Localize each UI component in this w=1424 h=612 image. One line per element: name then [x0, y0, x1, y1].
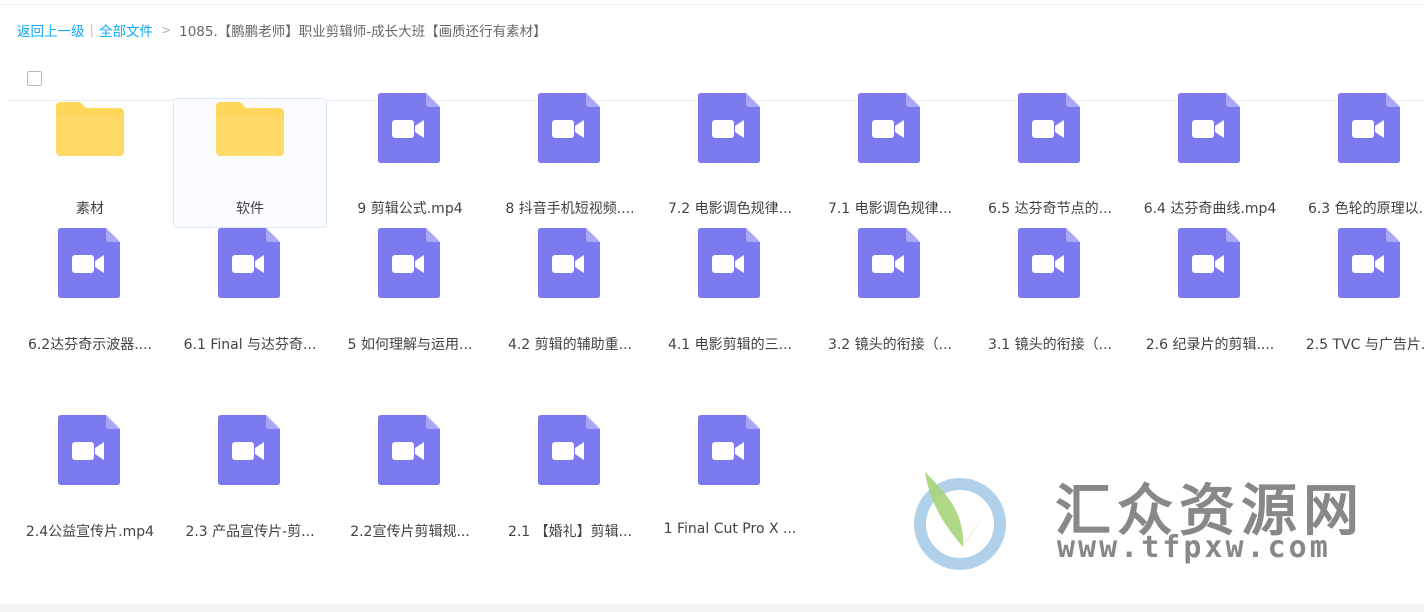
- file-item[interactable]: 4.1 电影剪辑的三...: [649, 228, 809, 415]
- file-item[interactable]: 7.1 电影调色规律...: [809, 93, 969, 228]
- file-item[interactable]: 6.3 色轮的原理以...: [1289, 93, 1424, 228]
- top-divider: [0, 4, 1424, 5]
- video-file-icon: [58, 415, 120, 485]
- file-item[interactable]: 6.5 达芬奇节点的...: [969, 93, 1129, 228]
- file-name-label: 2.1 【婚礼】剪辑...: [507, 524, 633, 540]
- file-name-label: 3.1 镜头的衔接（...: [987, 337, 1113, 353]
- bottom-bar: [0, 604, 1424, 612]
- file-name-label: 7.2 电影调色规律...: [667, 201, 793, 217]
- file-item[interactable]: 2.6 纪录片的剪辑....: [1129, 228, 1289, 415]
- file-item[interactable]: 4.2 剪辑的辅助重...: [489, 228, 649, 415]
- video-file-icon: [698, 228, 760, 298]
- file-name-label: 9 剪辑公式.mp4: [357, 201, 463, 217]
- file-item[interactable]: 6.2达芬奇示波器....: [9, 228, 169, 415]
- video-file-icon: [698, 93, 760, 163]
- back-link[interactable]: 返回上一级: [17, 20, 85, 40]
- file-name-label: 素材: [76, 201, 104, 217]
- select-all-checkbox[interactable]: [27, 71, 42, 86]
- video-file-icon: [538, 415, 600, 485]
- file-item[interactable]: 2.4公益宣传片.mp4: [9, 415, 169, 602]
- file-item[interactable]: 2.5 TVC 与广告片...: [1289, 228, 1424, 415]
- file-item[interactable]: 5 如何理解与运用...: [329, 228, 489, 415]
- file-name-label: 5 如何理解与运用...: [347, 337, 473, 353]
- folder-item[interactable]: 软件: [169, 98, 329, 228]
- file-name-label: 6.4 达芬奇曲线.mp4: [1143, 201, 1277, 217]
- video-file-icon: [538, 228, 600, 298]
- video-file-icon: [378, 415, 440, 485]
- video-file-icon: [218, 228, 280, 298]
- file-item[interactable]: 6.4 达芬奇曲线.mp4: [1129, 93, 1289, 228]
- file-name-label: 6.5 达芬奇节点的...: [987, 201, 1113, 217]
- file-item[interactable]: 9 剪辑公式.mp4: [329, 93, 489, 228]
- file-name-label: 2.3 产品宣传片-剪...: [185, 524, 315, 540]
- watermark-url: www.tfpxw.com: [1057, 530, 1331, 565]
- current-folder-title: 1085.【鹏鹏老师】职业剪辑师-成长大班【画质还行有素材】: [179, 24, 547, 40]
- video-file-icon: [218, 415, 280, 485]
- video-file-icon: [1178, 228, 1240, 298]
- folder-item[interactable]: 素材: [9, 101, 169, 228]
- watermark-logo-icon: [914, 472, 1025, 570]
- file-name-label: 2.5 TVC 与广告片...: [1305, 337, 1424, 353]
- file-item[interactable]: 1 Final Cut Pro X ...: [649, 415, 809, 602]
- video-file-icon: [58, 228, 120, 298]
- file-item[interactable]: 3.1 镜头的衔接（...: [969, 228, 1129, 415]
- file-name-label: 6.3 色轮的原理以...: [1307, 201, 1424, 217]
- video-file-icon: [1338, 93, 1400, 163]
- folder-icon: [56, 102, 124, 156]
- file-name-label: 8 抖音手机短视频....: [505, 201, 635, 217]
- video-file-icon: [538, 93, 600, 163]
- video-file-icon: [858, 93, 920, 163]
- file-item[interactable]: 2.2宣传片剪辑规...: [329, 415, 489, 602]
- video-file-icon: [378, 228, 440, 298]
- file-name-label: 2.2宣传片剪辑规...: [350, 524, 470, 540]
- watermark: 汇众资源网 www.tfpxw.com: [905, 462, 1405, 572]
- video-file-icon: [858, 228, 920, 298]
- video-file-icon: [378, 93, 440, 163]
- file-name-label: 4.1 电影剪辑的三...: [667, 337, 793, 353]
- file-name-label: 7.1 电影调色规律...: [827, 201, 953, 217]
- file-name-label: 6.2达芬奇示波器....: [27, 337, 153, 353]
- video-file-icon: [1338, 228, 1400, 298]
- breadcrumb-separator: |: [89, 22, 95, 38]
- file-item[interactable]: 7.2 电影调色规律...: [649, 93, 809, 228]
- video-file-icon: [1018, 228, 1080, 298]
- video-file-icon: [698, 415, 760, 485]
- file-item[interactable]: 2.1 【婚礼】剪辑...: [489, 415, 649, 602]
- file-item[interactable]: 2.3 产品宣传片-剪...: [169, 415, 329, 602]
- file-name-label: 2.6 纪录片的剪辑....: [1145, 337, 1275, 353]
- file-name-label: 软件: [236, 201, 264, 217]
- file-name-label: 6.1 Final 与达芬奇...: [183, 337, 317, 353]
- file-item[interactable]: 3.2 镜头的衔接（...: [809, 228, 969, 415]
- all-files-link[interactable]: 全部文件: [99, 20, 153, 40]
- file-name-label: 1 Final Cut Pro X ...: [663, 521, 797, 537]
- file-name-label: 2.4公益宣传片.mp4: [25, 524, 155, 540]
- file-item[interactable]: 6.1 Final 与达芬奇...: [169, 228, 329, 415]
- breadcrumb-arrow-icon: >: [161, 23, 172, 37]
- file-name-label: 4.2 剪辑的辅助重...: [507, 337, 633, 353]
- video-file-icon: [1178, 93, 1240, 163]
- video-file-icon: [1018, 93, 1080, 163]
- file-name-label: 3.2 镜头的衔接（...: [827, 337, 953, 353]
- file-item[interactable]: 8 抖音手机短视频....: [489, 93, 649, 228]
- breadcrumb: 返回上一级 | 全部文件 > 1085.【鹏鹏老师】职业剪辑师-成长大班【画质还…: [17, 20, 547, 40]
- folder-icon: [216, 102, 284, 156]
